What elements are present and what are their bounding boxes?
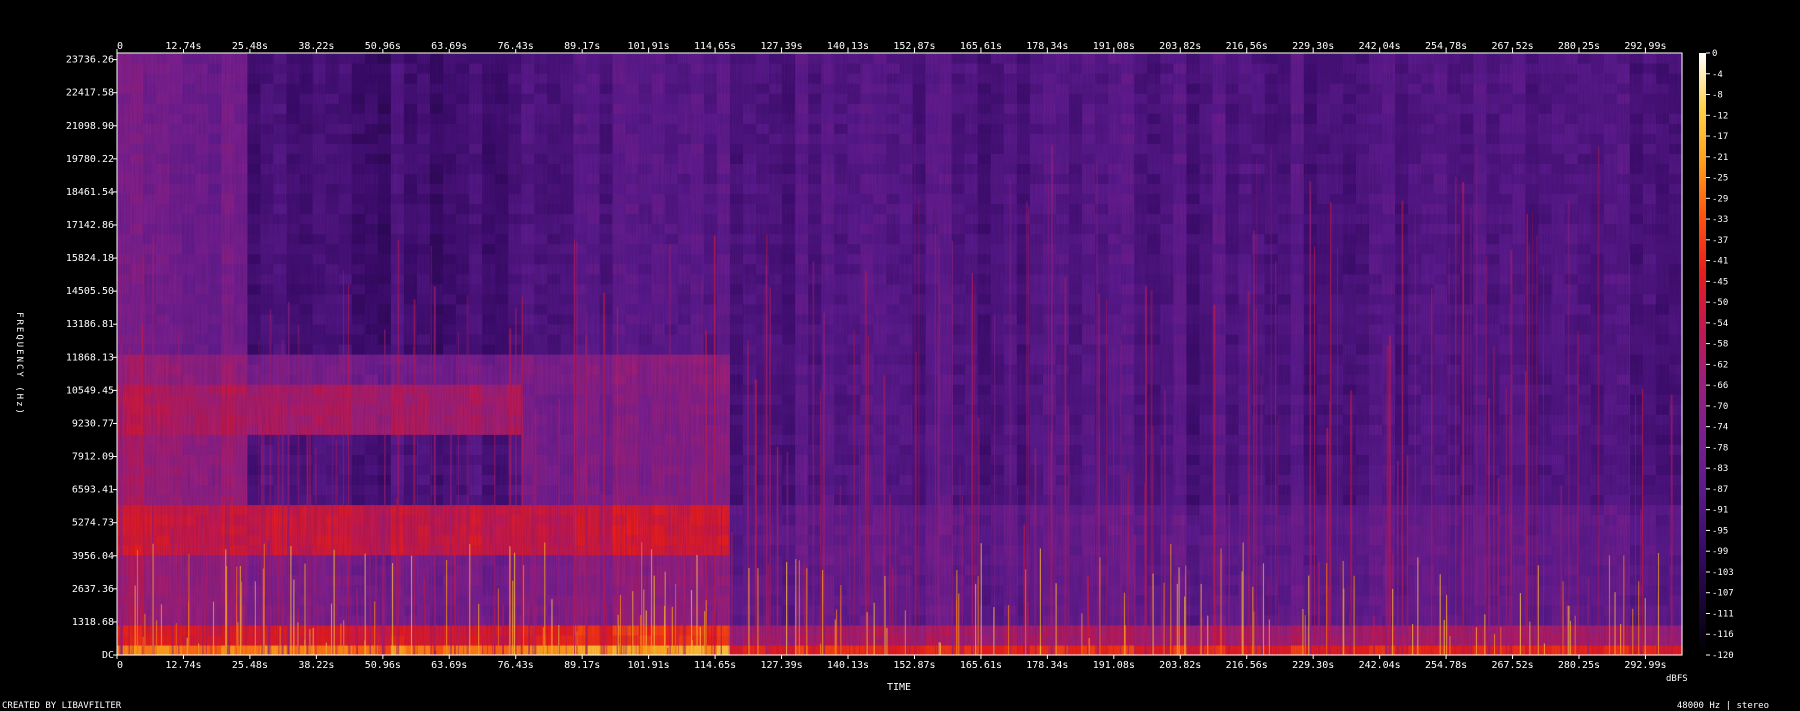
plot-area <box>116 52 1683 656</box>
spectrogram-chart: 0 12.74s 25.48s 38.22s 50.96s 63.69s 76.43s 89.… <box>2 41 1769 711</box>
